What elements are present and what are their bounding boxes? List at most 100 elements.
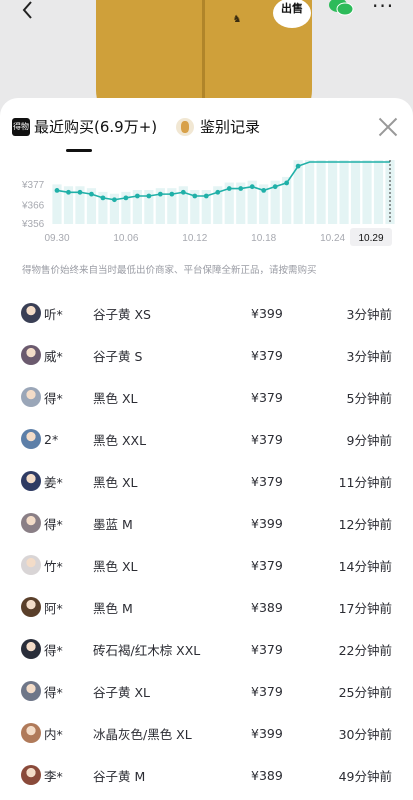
purchase-row: 听* 谷子黄 XS ¥399 3分钟前 (0, 292, 413, 334)
purchase-item: 黑色 XL (93, 390, 138, 406)
price-point (54, 188, 60, 193)
price-point (169, 191, 175, 197)
price-point (112, 197, 117, 203)
x-tick-label: 10.24 (320, 233, 345, 244)
tab-recent-purchases[interactable]: 得物 最近购买(6.9万+) (12, 116, 157, 137)
buyer-name: 听* (44, 306, 63, 322)
purchase-time: 5分钟前 (346, 390, 392, 406)
purchase-item: 谷子黄 M (93, 768, 146, 784)
purchase-row: 内* 冰晶灰色/黑色 XL ¥399 30分钟前 (0, 712, 413, 754)
y-tick-label: ¥356 (21, 219, 45, 230)
price-point (192, 193, 198, 199)
tab-recent-label: 最近购买(6.9万+) (34, 118, 158, 136)
x-tick-label: 10.06 (113, 233, 138, 244)
purchase-item: 砖石褐/红木棕 XXL (93, 642, 201, 658)
purchase-time: 17分钟前 (338, 600, 392, 616)
price-point (295, 163, 301, 169)
buyer-name: 竹* (44, 558, 63, 574)
dewu-logo-icon: 得物 (12, 117, 30, 136)
price-point (249, 184, 255, 190)
x-tick-label: 10.12 (182, 233, 207, 244)
buyer-name: 威* (44, 348, 63, 364)
wechat-share-button[interactable] (328, 0, 354, 20)
buyer-name: 李* (44, 768, 63, 784)
price-point (157, 191, 163, 197)
avatar (21, 597, 41, 617)
recent-purchases-sheet: 得物 最近购买(6.9万+) 鉴别记录 ¥377 ¥366 ¥356 09.30 10.… (0, 98, 413, 800)
chevron-left-icon (22, 1, 32, 19)
avatar (21, 429, 41, 449)
purchase-item: 黑色 XL (93, 474, 138, 490)
purchase-row: 得* 黑色 XL ¥379 5分钟前 (0, 376, 413, 418)
avatar (21, 471, 41, 491)
close-button[interactable] (377, 116, 399, 138)
avatar (21, 639, 41, 659)
purchase-time: 30分钟前 (338, 726, 392, 742)
x-tick-label: 09.30 (44, 233, 69, 244)
more-dots-icon: ··· (372, 0, 395, 18)
purchase-row: 得* 墨蓝 M ¥399 12分钟前 (0, 502, 413, 544)
price-point (261, 188, 267, 193)
price-point (272, 184, 278, 190)
buyer-name: 得* (44, 516, 63, 532)
purchase-row: 阿* 黑色 M ¥389 17分钟前 (0, 586, 413, 628)
purchase-price: ¥379 (251, 431, 283, 447)
purchase-price: ¥399 (251, 515, 283, 531)
back-button[interactable] (18, 0, 42, 24)
purchase-item: 谷子黄 XS (93, 306, 151, 322)
avatar (21, 513, 41, 533)
purchase-item: 黑色 XL (93, 558, 138, 574)
buyer-name: 2* (44, 431, 59, 447)
price-point (66, 189, 71, 195)
buyer-name: 得* (44, 390, 63, 406)
purchase-price: ¥399 (251, 725, 283, 741)
purchase-price: ¥389 (251, 599, 283, 615)
tab-authentication-records[interactable]: 鉴别记录 (176, 116, 260, 137)
purchase-price: ¥379 (251, 389, 283, 405)
purchase-price: ¥379 (251, 473, 283, 489)
purchase-time: 14分钟前 (338, 558, 392, 574)
avatar (21, 303, 41, 323)
price-point (284, 180, 290, 186)
avatar (21, 765, 41, 785)
vase-icon (176, 117, 194, 136)
y-tick-label: ¥366 (21, 200, 45, 211)
purchase-time: 25分钟前 (338, 684, 392, 700)
price-point (77, 189, 83, 195)
buyer-name: 姜* (44, 474, 63, 490)
price-point (89, 191, 94, 197)
chart-bar (305, 160, 315, 224)
purchase-time: 9分钟前 (346, 432, 392, 448)
x-tick-label: 10.18 (251, 233, 276, 244)
buyer-name: 内* (44, 726, 63, 742)
purchase-price: ¥379 (251, 347, 283, 363)
purchase-item: 黑色 XXL (93, 432, 147, 448)
price-point (134, 193, 140, 199)
active-tab-indicator (66, 149, 92, 152)
purchase-item: 谷子黄 S (93, 348, 143, 364)
tab-bar: 得物 最近购买(6.9万+) 鉴别记录 (0, 98, 413, 156)
tab-auth-label: 鉴别记录 (200, 118, 261, 136)
price-point (203, 193, 209, 199)
avatar (21, 345, 41, 365)
purchase-row: 姜* 黑色 XL ¥379 11分钟前 (0, 460, 413, 502)
chart-bar (339, 160, 349, 224)
purchase-row: 得* 谷子黄 XL ¥379 25分钟前 (0, 670, 413, 712)
more-button[interactable]: ··· (372, 0, 394, 18)
chart-bar (350, 160, 361, 224)
purchase-item: 黑色 M (93, 600, 133, 616)
avatar (21, 681, 41, 701)
y-tick-label: ¥377 (21, 180, 45, 191)
price-trend-chart: ¥377 ¥366 ¥356 09.30 10.06 10.12 10.18 10.24 10.… (21, 160, 395, 246)
purchase-row: 得* 砖石褐/红木棕 XXL ¥379 22分钟前 (0, 628, 413, 670)
chart-bar (373, 160, 384, 224)
buyer-name: 阿* (44, 600, 63, 616)
purchase-time: 11分钟前 (338, 474, 392, 490)
avatar (21, 723, 41, 743)
price-point (180, 189, 186, 195)
chart-bar (327, 160, 338, 224)
purchase-item: 冰晶灰色/黑色 XL (93, 726, 192, 742)
wechat-icon (329, 0, 354, 16)
purchase-price: ¥389 (251, 767, 283, 783)
purchase-row: 威* 谷子黄 S ¥379 3分钟前 (0, 334, 413, 376)
